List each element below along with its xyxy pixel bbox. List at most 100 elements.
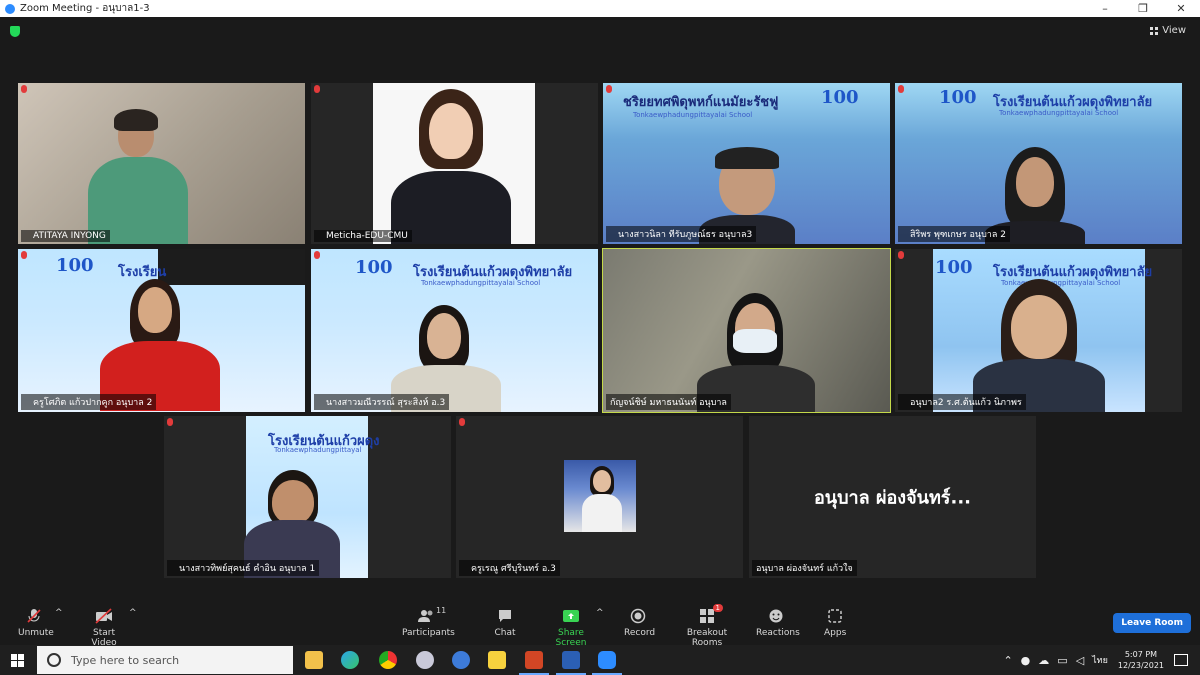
clock-date: 12/23/2021 (1117, 661, 1164, 670)
video-tile[interactable]: ครูเรณู ศรีบุรินทร์ อ.3 (456, 416, 743, 578)
clock[interactable]: 5:07 PM 12/23/2021 (1118, 649, 1164, 671)
participants-button[interactable]: 11 Participants (402, 606, 455, 638)
view-button[interactable]: View (1150, 25, 1186, 36)
chat-icon (494, 608, 516, 624)
mic-off-icon (898, 85, 904, 93)
participant-name: ครูโศภิต แก้วปากคูก อนุบาล 2 (21, 394, 157, 410)
participant-name: สิริพร พุฑเกษร อนุบาล 2 (898, 226, 1010, 242)
mic-off-icon (898, 251, 904, 259)
video-tile[interactable]: Meticha-EDU-CMU (311, 83, 598, 244)
mic-off-icon (167, 418, 173, 426)
breakout-badge: 1 (712, 604, 723, 612)
banner-subtitle: Tonkaewphadungpittayalai School (999, 109, 1119, 117)
breakout-rooms-button[interactable]: 1 Breakout Rooms (674, 604, 740, 648)
video-gallery: View ATITAYA INYONG Meticha-EDU-CMU ชริย… (0, 17, 1200, 602)
smiley-icon (756, 608, 796, 624)
participant-name: นางสาวทิพย์สุคนธ์ คำอิน อนุบาล 1 (167, 560, 320, 576)
share-screen-icon (545, 608, 597, 624)
banner-subtitle: Tonkaewphadungpittayalai School (633, 111, 753, 119)
start-video-button[interactable]: Start Video (81, 608, 127, 648)
minimize-icon[interactable]: – (1086, 0, 1124, 17)
audio-options-caret[interactable]: ^ (55, 608, 63, 618)
participant-name: นางสาวมณีวรรณ์ สุระสิงห์ อ.3 (314, 394, 450, 410)
school-logo: 100 (821, 87, 859, 108)
breakout-rooms-icon: 1 (699, 604, 723, 624)
school-logo: 100 (935, 257, 973, 278)
clock-time: 5:07 PM (1124, 650, 1158, 659)
video-tile[interactable]: อนุบาล ผ่องจันทร์... อนุบาล ผ่องจันทร์ แ… (749, 416, 1036, 578)
cloud-icon[interactable]: ☁ (1038, 654, 1049, 667)
participant-name: ATITAYA INYONG (21, 230, 110, 242)
edge-icon[interactable] (341, 651, 359, 669)
file-explorer-icon[interactable] (305, 651, 323, 669)
banner-subtitle: Tonkaewphadungpittayal (274, 446, 362, 454)
window-title: Zoom Meeting - อนุบาล1-3 (20, 3, 150, 14)
leave-room-button[interactable]: Leave Room (1113, 613, 1191, 633)
app-icon[interactable] (416, 651, 434, 669)
share-options-caret[interactable]: ^ (596, 608, 604, 618)
video-off-icon (81, 608, 127, 624)
volume-icon[interactable]: ◁ (1076, 654, 1084, 667)
sticky-notes-icon[interactable] (488, 651, 506, 669)
video-tile[interactable]: 100 โรงเรียนต้นแก้วผดุงพิทยาลัย Tonkaewp… (895, 249, 1182, 412)
video-options-caret[interactable]: ^ (129, 608, 137, 618)
chrome-icon[interactable] (379, 651, 397, 669)
school-logo: 100 (56, 255, 94, 276)
system-tray: ⌃ ● ☁ ▭ ◁ ไทย 5:07 PM 12/23/2021 (999, 645, 1200, 675)
participant-display-name: อนุบาล ผ่องจันทร์... (814, 487, 971, 509)
participants-icon: 11 (402, 606, 452, 624)
windows-start-icon[interactable] (11, 654, 24, 667)
school-logo: 100 (355, 257, 393, 278)
video-tile[interactable]: ชริยยทศพิดุพหก์แนมัยะรัชฟู 100 Tonkaewph… (603, 83, 890, 244)
record-icon (624, 608, 652, 624)
school-logo: 100 (939, 87, 977, 108)
zoom-app-icon[interactable] (592, 651, 622, 675)
video-tile[interactable]: ATITAYA INYONG (18, 83, 305, 244)
video-tile[interactable]: 100 โรงเรียน ครูโศภิต แก้วปากคูก อนุบาล … (18, 249, 305, 412)
apps-icon (824, 608, 846, 624)
video-tile[interactable]: 100 โรงเรียนต้นแก้วผดุงพิทยาลัย Tonkaewp… (311, 249, 598, 412)
participant-name: ครูเรณู ศรีบุรินทร์ อ.3 (459, 560, 560, 576)
window-controls: – ❐ ✕ (1086, 0, 1200, 17)
close-icon[interactable]: ✕ (1162, 0, 1200, 17)
notification-icon[interactable] (1174, 654, 1188, 666)
participant-name: กัญจน์ชิษ์ มหาธนนันท์ อนุบาล (606, 394, 731, 410)
mic-off-icon (606, 85, 612, 93)
restore-icon[interactable]: ❐ (1124, 0, 1162, 17)
mic-off-icon (459, 418, 465, 426)
meeting-toolbar: Unmute ^ Start Video ^ 11 Participants C… (0, 602, 1200, 648)
mic-off-icon (21, 85, 27, 93)
search-icon (47, 653, 61, 667)
mic-off-icon (314, 85, 320, 93)
participants-count: 11 (436, 606, 447, 615)
banner-subtitle: Tonkaewphadungpittayalai School (421, 279, 541, 287)
globe-icon[interactable] (452, 651, 470, 669)
video-tile[interactable]: 100 โรงเรียนต้นแก้วผดุงพิทยาลัย Tonkaewp… (895, 83, 1182, 244)
network-icon[interactable]: ▭ (1057, 654, 1067, 667)
video-tile[interactable]: โรงเรียนต้นแก้วผดุง Tonkaewphadungpittay… (164, 416, 451, 578)
participant-name: นางสาวนิลา ทีรับภูษณ์ธร อนุบาล3 (606, 226, 757, 242)
apps-button[interactable]: Apps (824, 608, 846, 638)
mic-muted-icon (18, 608, 50, 624)
video-feed (158, 249, 305, 285)
powerpoint-icon[interactable] (519, 651, 549, 675)
mic-off-icon (314, 251, 320, 259)
banner-text: ชริยยทศพิดุพหก์แนมัยะรัชฟู (623, 95, 779, 110)
reactions-button[interactable]: Reactions (756, 608, 800, 638)
microphone-icon[interactable]: ● (1021, 654, 1031, 667)
taskbar-search-input[interactable]: Type here to search (37, 646, 293, 674)
windows-taskbar: Type here to search ⌃ ● ☁ ▭ ◁ ไทย 5:07 P… (0, 645, 1200, 675)
language-indicator[interactable]: ไทย (1092, 653, 1108, 667)
security-shield-icon[interactable] (10, 26, 20, 37)
share-screen-button[interactable]: Share Screen (545, 608, 597, 648)
participant-name: อนุบาล2 ร.ศ.ต้นแก้ว นิภาพร (898, 394, 1026, 410)
chevron-up-icon[interactable]: ⌃ (1003, 654, 1012, 667)
record-button[interactable]: Record (624, 608, 655, 638)
chat-button[interactable]: Chat (494, 608, 516, 638)
word-icon[interactable] (556, 651, 586, 675)
window-titlebar: Zoom Meeting - อนุบาล1-3 – ❐ ✕ (0, 0, 1200, 17)
unmute-button[interactable]: Unmute (18, 608, 54, 638)
participant-name: Meticha-EDU-CMU (314, 230, 412, 242)
video-tile-active-speaker[interactable]: กัญจน์ชิษ์ มหาธนนันท์ อนุบาล (602, 248, 891, 413)
mic-off-icon (21, 251, 27, 259)
